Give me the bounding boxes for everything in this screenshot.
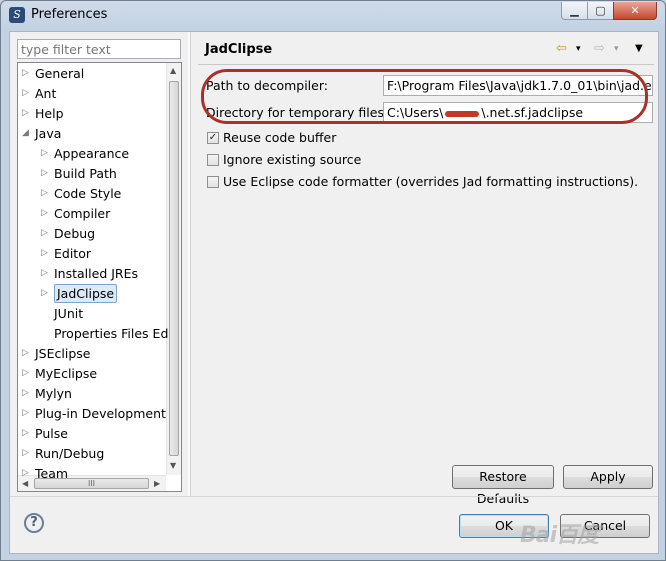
tree-item-label: General bbox=[35, 66, 85, 81]
reuse-code-buffer-checkbox[interactable]: ✓ bbox=[207, 132, 219, 144]
collapsed-twisty-icon[interactable]: ▷ bbox=[22, 424, 30, 443]
expanded-twisty-icon[interactable]: ◢ bbox=[22, 124, 30, 143]
collapsed-twisty-icon bbox=[41, 304, 49, 323]
minimize-button[interactable]: ▁ bbox=[561, 2, 588, 20]
collapsed-twisty-icon[interactable]: ▷ bbox=[22, 84, 30, 103]
tree-item-label: Code Style bbox=[54, 186, 122, 201]
tree-item-label: Ant bbox=[35, 86, 57, 101]
collapsed-twisty-icon[interactable]: ▷ bbox=[22, 404, 30, 423]
tree-item-label: Pulse bbox=[35, 426, 68, 441]
tree-item-label: Build Path bbox=[54, 166, 117, 181]
watermark-logo: Bai百度 bbox=[520, 523, 599, 548]
tree-item-editor[interactable]: ▷ Editor bbox=[39, 244, 179, 263]
tree-item-ant[interactable]: ▷ Ant bbox=[20, 84, 160, 103]
collapsed-twisty-icon[interactable]: ▷ bbox=[41, 224, 49, 243]
tree-item-label: Plug-in Development bbox=[35, 406, 166, 421]
tree-item-myeclipse[interactable]: ▷ MyEclipse bbox=[20, 364, 160, 383]
help-icon[interactable]: ? bbox=[24, 513, 44, 533]
eclipse-icon: S bbox=[9, 7, 25, 23]
collapsed-twisty-icon[interactable]: ▷ bbox=[41, 164, 49, 183]
apply-button[interactable]: Apply bbox=[563, 465, 653, 489]
tree-item-label: Run/Debug bbox=[35, 446, 105, 461]
annotation-highlight-oval bbox=[201, 69, 648, 124]
tree-item-label: JUnit bbox=[54, 306, 84, 321]
view-menu-icon[interactable]: ▼ bbox=[635, 43, 643, 54]
back-icon[interactable]: ⇦ bbox=[556, 41, 567, 56]
reuse-code-buffer-label: Reuse code buffer bbox=[223, 130, 337, 145]
tree-item-plug-in-development[interactable]: ▷ Plug-in Development bbox=[20, 404, 166, 423]
collapsed-twisty-icon[interactable]: ▷ bbox=[22, 364, 30, 383]
collapsed-twisty-icon[interactable]: ▷ bbox=[41, 204, 49, 223]
tree-item-label: MyEclipse bbox=[35, 366, 98, 381]
collapsed-twisty-icon[interactable]: ▷ bbox=[41, 284, 49, 303]
tree-item-jadclipse[interactable]: ▷ JadClipse bbox=[39, 284, 179, 303]
tree-item-java[interactable]: ◢ Java bbox=[20, 124, 160, 143]
tree-item-team[interactable]: ▷ Team bbox=[20, 464, 160, 483]
tree-item-pulse[interactable]: ▷ Pulse bbox=[20, 424, 160, 443]
collapsed-twisty-icon[interactable]: ▷ bbox=[41, 244, 49, 263]
use-eclipse-formatter-label: Use Eclipse code formatter (overrides Ja… bbox=[223, 174, 639, 189]
tree-item-label: Properties Files Ed bbox=[54, 326, 169, 341]
tree-item-label: Appearance bbox=[54, 146, 130, 161]
scroll-up-icon[interactable]: ▲ bbox=[170, 66, 176, 75]
preference-tree: ▲ ▼ ◀ III ▶ ▷ General ▷ Ant ▷ Help ◢ Java ▷ Appea… bbox=[17, 62, 182, 492]
collapsed-twisty-icon[interactable]: ▷ bbox=[22, 464, 30, 483]
collapsed-twisty-icon[interactable]: ▷ bbox=[41, 184, 49, 203]
filter-input[interactable] bbox=[17, 39, 181, 59]
tree-item-label: Installed JREs bbox=[54, 266, 139, 281]
close-button[interactable]: ✕ bbox=[613, 2, 657, 20]
use-eclipse-formatter-checkbox[interactable] bbox=[207, 176, 219, 188]
collapsed-twisty-icon[interactable]: ▷ bbox=[41, 264, 49, 283]
back-dropdown-icon[interactable]: ▾ bbox=[576, 44, 581, 54]
tree-item-help[interactable]: ▷ Help bbox=[20, 104, 160, 123]
collapsed-twisty-icon[interactable]: ▷ bbox=[22, 64, 30, 83]
panel-divider[interactable] bbox=[188, 32, 191, 496]
maximize-button[interactable]: ▢ bbox=[587, 2, 614, 20]
scroll-down-icon[interactable]: ▼ bbox=[170, 461, 176, 470]
tree-item-appearance[interactable]: ▷ Appearance bbox=[39, 144, 179, 163]
forward-dropdown-icon[interactable]: ▾ bbox=[614, 44, 619, 54]
tree-item-installed-jres[interactable]: ▷ Installed JREs bbox=[39, 264, 179, 283]
tree-item-build-path[interactable]: ▷ Build Path bbox=[39, 164, 179, 183]
title-separator bbox=[198, 64, 654, 65]
window-title: Preferences bbox=[31, 7, 108, 22]
ignore-existing-source-checkbox[interactable] bbox=[207, 154, 219, 166]
collapsed-twisty-icon[interactable]: ▷ bbox=[22, 344, 30, 363]
tree-item-label: Team bbox=[35, 466, 69, 481]
collapsed-twisty-icon bbox=[41, 324, 49, 343]
tree-item-label: Mylyn bbox=[35, 386, 72, 401]
collapsed-twisty-icon[interactable]: ▷ bbox=[22, 384, 30, 403]
tree-item-label: JadClipse bbox=[54, 284, 118, 303]
footer-separator bbox=[10, 496, 658, 497]
tree-item-label: Compiler bbox=[54, 206, 111, 221]
page-title: JadClipse bbox=[205, 42, 273, 57]
collapsed-twisty-icon[interactable]: ▷ bbox=[22, 444, 30, 463]
tree-item-jseclipse[interactable]: ▷ JSEclipse bbox=[20, 344, 160, 363]
preferences-window: S Preferences ▁ ▢ ✕ ▲ ▼ ◀ III ▶ ▷General… bbox=[0, 0, 666, 561]
tree-item-properties-files-ed[interactable]: Properties Files Ed bbox=[39, 324, 179, 343]
tree-item-junit[interactable]: JUnit bbox=[39, 304, 179, 323]
tree-item-label: Help bbox=[35, 106, 64, 121]
tree-item-label: Debug bbox=[54, 226, 96, 241]
tree-item-code-style[interactable]: ▷ Code Style bbox=[39, 184, 179, 203]
ignore-existing-source-label: Ignore existing source bbox=[223, 152, 362, 167]
tree-item-label: Editor bbox=[54, 246, 91, 261]
restore-defaults-button[interactable]: Restore Defaults bbox=[452, 465, 554, 506]
tree-item-label: JSEclipse bbox=[35, 346, 91, 361]
forward-icon[interactable]: ⇨ bbox=[594, 41, 605, 56]
tree-item-debug[interactable]: ▷ Debug bbox=[39, 224, 179, 243]
tree-item-compiler[interactable]: ▷ Compiler bbox=[39, 204, 179, 223]
dialog-client-area: ▲ ▼ ◀ III ▶ ▷General▷Ant▷Help◢Java▷Appea… bbox=[9, 31, 659, 554]
tree-item-label: Java bbox=[35, 126, 62, 141]
title-bar: S Preferences ▁ ▢ ✕ bbox=[1, 1, 665, 31]
tree-item-mylyn[interactable]: ▷ Mylyn bbox=[20, 384, 160, 403]
collapsed-twisty-icon[interactable]: ▷ bbox=[22, 104, 30, 123]
tree-item-run-debug[interactable]: ▷ Run/Debug bbox=[20, 444, 160, 463]
collapsed-twisty-icon[interactable]: ▷ bbox=[41, 144, 49, 163]
tree-item-general[interactable]: ▷ General bbox=[20, 64, 160, 83]
